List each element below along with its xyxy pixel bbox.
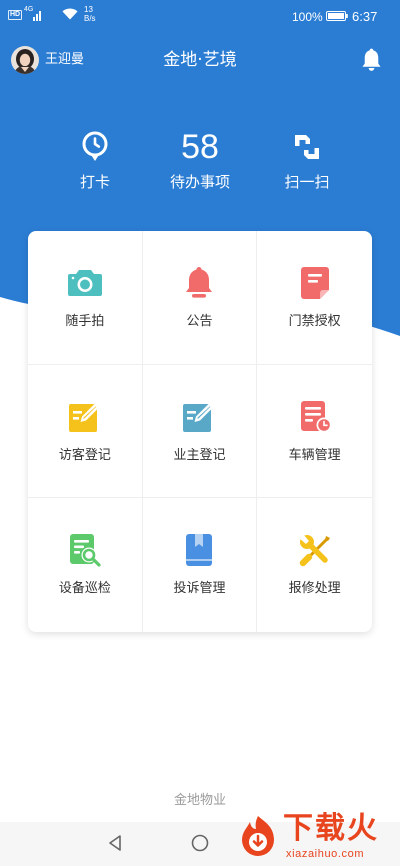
grid-item-label: 业主登记 <box>173 447 226 463</box>
edit-icon <box>183 402 215 432</box>
document-icon <box>300 267 329 299</box>
grid-item-snapshot[interactable]: 随手拍 <box>28 231 143 365</box>
grid-item-equipment-inspection[interactable]: 设备巡检 <box>28 498 143 632</box>
checkin-button[interactable]: 打卡 <box>45 128 145 196</box>
clock-pin-icon <box>82 131 108 161</box>
grid-item-complaint-management[interactable]: 投诉管理 <box>143 498 258 632</box>
scan-button[interactable]: 扫一扫 <box>257 128 357 196</box>
book-icon <box>186 534 213 567</box>
notification-bell-icon[interactable] <box>359 47 384 72</box>
footer-company: 金地物业 <box>173 793 226 808</box>
page-title: 金地·艺境 <box>163 50 237 70</box>
function-grid-card: 随手拍 公告 门禁授权 访客登记 业主登记 车辆管理 设备巡检 投诉管理 报修处… <box>28 231 372 632</box>
grid-item-visitor-registration[interactable]: 访客登记 <box>28 364 143 499</box>
todo-button[interactable]: 58 待办事项 <box>150 128 250 196</box>
home-circle-icon[interactable] <box>191 834 209 852</box>
todo-label: 待办事项 <box>169 173 230 191</box>
watermark-url: xiazaihuo.com <box>286 848 365 860</box>
grid-item-repair-handling[interactable]: 报修处理 <box>257 498 372 632</box>
grid-item-announcement[interactable]: 公告 <box>142 231 258 365</box>
checkin-label: 打卡 <box>79 173 110 191</box>
grid-item-label: 设备巡检 <box>58 581 111 597</box>
grid-item-vehicle-management[interactable]: 车辆管理 <box>257 365 372 499</box>
xiazaihuo-logo <box>242 816 274 856</box>
bell-icon <box>186 267 213 298</box>
clock-time: 6:37 <box>352 9 378 24</box>
edit-icon <box>68 402 100 432</box>
grid-item-label: 报修处理 <box>288 581 341 597</box>
hd-badge: HD <box>8 10 22 20</box>
scan-label: 扫一扫 <box>284 173 330 191</box>
battery-percent: 100% <box>292 10 323 24</box>
document-clock-icon <box>300 400 332 433</box>
wifi-icon <box>62 8 78 20</box>
grid-item-label: 访客登记 <box>58 447 111 463</box>
battery-icon <box>326 11 348 21</box>
grid-item-label: 投诉管理 <box>173 581 226 597</box>
grid-item-label: 车辆管理 <box>288 447 341 463</box>
grid-item-label: 随手拍 <box>65 314 105 329</box>
grid-item-label: 公告 <box>186 314 213 329</box>
signal-icon <box>33 11 41 21</box>
net-speed-value: 13 <box>84 5 93 14</box>
document-search-icon <box>69 534 101 567</box>
back-triangle-icon[interactable] <box>106 834 124 852</box>
tools-icon <box>298 534 330 567</box>
watermark-brand: 下载火 <box>283 811 379 846</box>
grid-item-label: 门禁授权 <box>288 314 341 329</box>
camera-icon <box>67 270 102 296</box>
scan-icon <box>295 135 319 159</box>
grid-item-owner-registration[interactable]: 业主登记 <box>142 364 258 499</box>
grid-item-access-authorization[interactable]: 门禁授权 <box>257 231 372 365</box>
net-speed-unit: B/s <box>84 14 96 23</box>
todo-count: 58 <box>181 128 219 166</box>
